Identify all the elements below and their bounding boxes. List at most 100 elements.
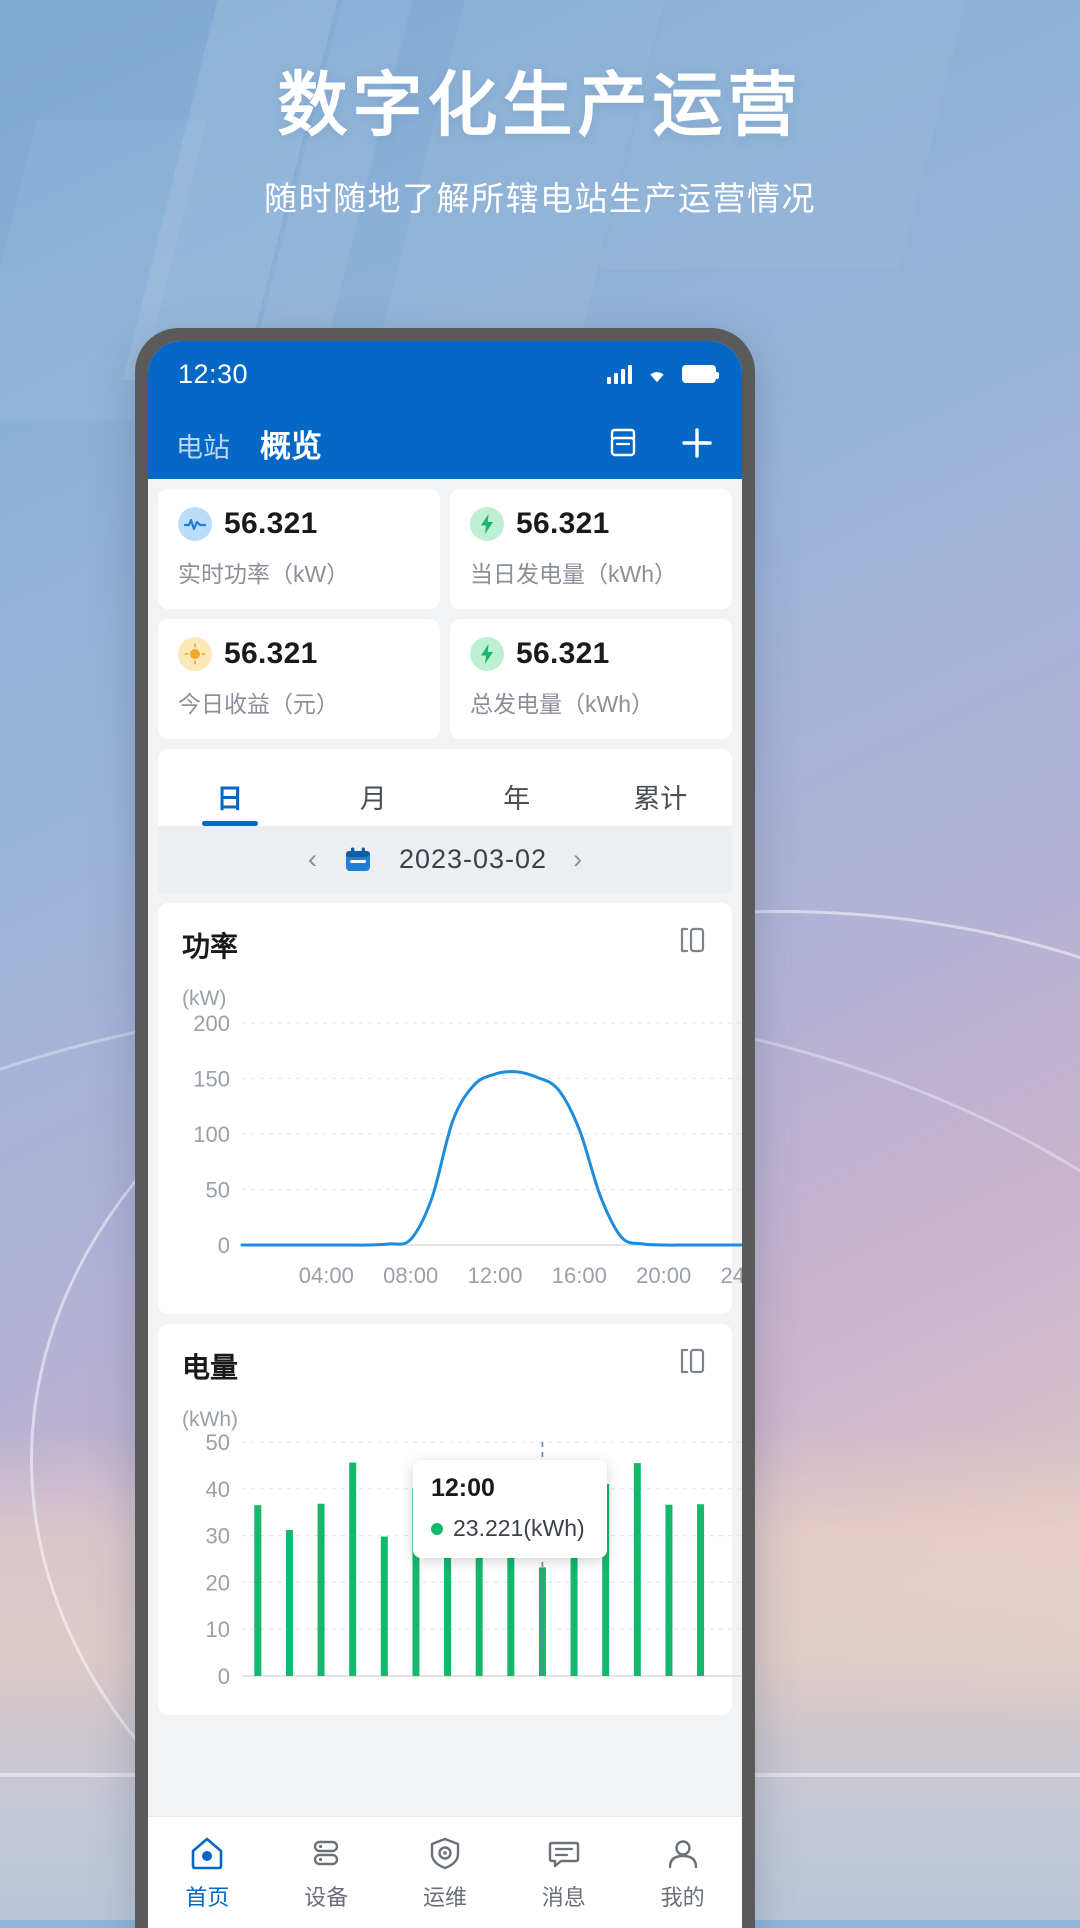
svg-text:40: 40 xyxy=(206,1477,230,1502)
tab-ops-label: 运维 xyxy=(422,1884,467,1910)
kpi-label: 当日发电量（kWh） xyxy=(470,561,677,587)
tooltip-series-dot xyxy=(431,1522,443,1535)
svg-text:50: 50 xyxy=(206,1432,230,1455)
app-nav-bar: 电站 概览 xyxy=(148,407,742,479)
tab-profile[interactable]: 我的 xyxy=(623,1834,742,1912)
kpi-value: 56.321 xyxy=(516,507,610,540)
energy-chart-header: 电量 xyxy=(158,1346,732,1386)
status-bar-icons xyxy=(607,364,719,384)
svg-text:50: 50 xyxy=(206,1178,230,1203)
bottom-tab-bar: 首页 设备 运维 消息 我的 xyxy=(148,1816,742,1928)
tab-profile-label: 我的 xyxy=(660,1884,705,1910)
nav-tab-overview[interactable]: 概览 xyxy=(260,421,322,466)
kpi-card-realtime-power[interactable]: 56.321 实时功率（kW） xyxy=(158,489,440,609)
kpi-top-row: 56.321 xyxy=(178,507,420,541)
kpi-value: 56.321 xyxy=(516,637,610,670)
kpi-card-today-generation[interactable]: 56.321 当日发电量（kWh） xyxy=(450,489,732,609)
expand-icon[interactable] xyxy=(676,925,708,955)
wifi-icon xyxy=(650,372,664,383)
svg-text:200: 200 xyxy=(193,1011,230,1036)
chevron-left-icon[interactable]: ‹ xyxy=(308,844,317,875)
svg-text:10: 10 xyxy=(206,1617,230,1642)
status-bar-clock: 12:30 xyxy=(178,358,249,389)
energy-chart-title: 电量 xyxy=(182,1352,239,1383)
page-title: 数字化生产运营 xyxy=(277,66,803,144)
svg-text:30: 30 xyxy=(206,1524,230,1549)
power-chart-header: 功率 xyxy=(158,925,732,965)
phone-mockup: 12:30 电站 概览 56.321 实时功率（kW） 56.321 当日发电量… xyxy=(135,328,755,1928)
svg-text:0: 0 xyxy=(218,1664,230,1689)
kpi-label: 实时功率（kW） xyxy=(178,561,350,587)
svg-text:24:00: 24:00 xyxy=(720,1263,742,1288)
nav-actions xyxy=(604,422,718,464)
kpi-value: 56.321 xyxy=(224,637,318,670)
svg-text:08:00: 08:00 xyxy=(383,1263,438,1288)
svg-text:0: 0 xyxy=(218,1233,230,1258)
bolt-icon xyxy=(470,507,504,541)
svg-text:16:00: 16:00 xyxy=(552,1263,607,1288)
kpi-label: 总发电量（kWh） xyxy=(470,691,654,717)
home-icon xyxy=(192,1837,223,1869)
period-tab-year[interactable]: 年 xyxy=(445,755,589,826)
tooltip-value: 23.221(kWh) xyxy=(453,1515,585,1541)
period-tab-month[interactable]: 月 xyxy=(302,755,446,826)
device-icon xyxy=(313,1840,339,1865)
tab-ops[interactable]: 运维 xyxy=(386,1834,505,1912)
kpi-card-total-generation[interactable]: 56.321 总发电量（kWh） xyxy=(450,619,732,739)
kpi-top-row: 56.321 xyxy=(470,637,712,671)
user-icon xyxy=(668,1839,697,1868)
tab-messages[interactable]: 消息 xyxy=(504,1834,623,1912)
power-chart-plot: 0 50 100 150 200 04:00 08:00 12:00 16:00 20:00 24:… xyxy=(158,1011,742,1306)
chart-tooltip: 12:00 23.221(kWh) xyxy=(413,1460,607,1558)
period-selector-card: 日 月 年 累计 ‹ 2023-03-02 › xyxy=(158,749,732,893)
signal-bars-icon xyxy=(607,364,632,384)
power-chart-title: 功率 xyxy=(182,931,239,962)
tab-messages-label: 消息 xyxy=(541,1884,586,1910)
date-picker: ‹ 2023-03-02 › xyxy=(158,826,732,893)
svg-text:100: 100 xyxy=(193,1122,230,1147)
scan-icon[interactable] xyxy=(604,424,642,462)
nav-tab-stations[interactable]: 电站 xyxy=(176,426,230,465)
svg-text:20: 20 xyxy=(206,1570,230,1595)
bolt-icon xyxy=(470,637,504,671)
phone-screen: 12:30 电站 概览 56.321 实时功率（kW） 56.321 当日发电量… xyxy=(148,341,742,1928)
tooltip-time: 12:00 xyxy=(431,1474,495,1502)
page-subtitle: 随时随地了解所辖电站生产运营情况 xyxy=(264,179,816,217)
sun-icon xyxy=(178,637,212,671)
content-scroll-area[interactable]: 56.321 实时功率（kW） 56.321 当日发电量（kWh） 56.321… xyxy=(148,479,742,1816)
power-chart-unit: (kW) xyxy=(182,987,227,1010)
kpi-top-row: 56.321 xyxy=(470,507,712,541)
energy-chart-plot: 0 10 20 30 40 50 12:00 23.221(kWh) xyxy=(158,1430,742,1707)
status-bar: 12:30 xyxy=(148,341,742,407)
energy-chart-card: 电量 (kWh) 0 10 20 30 40 50 12:00 23.221(kWh) xyxy=(158,1324,742,1715)
hero-banner: 数字化生产运营 随时随地了解所辖电站生产运营情况 xyxy=(0,62,1080,220)
svg-text:20:00: 20:00 xyxy=(636,1263,691,1288)
period-tab-group: 日 月 年 累计 xyxy=(158,749,732,826)
power-chart-card: 功率 (kW) 0 50 100 150 200 04:00 08:00 12:00 16:00… xyxy=(158,903,742,1314)
plus-icon[interactable] xyxy=(676,422,718,464)
energy-chart-unit: (kWh) xyxy=(182,1408,238,1431)
kpi-value: 56.321 xyxy=(224,507,318,540)
kpi-card-grid: 56.321 实时功率（kW） 56.321 当日发电量（kWh） 56.321… xyxy=(148,479,742,739)
kpi-top-row: 56.321 xyxy=(178,637,420,671)
svg-text:04:00: 04:00 xyxy=(299,1263,354,1288)
svg-text:12:00: 12:00 xyxy=(467,1263,522,1288)
tooltip-series-row: 23.221(kWh) xyxy=(431,1515,585,1542)
ops-icon xyxy=(430,1837,460,1869)
kpi-card-today-revenue[interactable]: 56.321 今日收益（元） xyxy=(158,619,440,739)
date-picker-value[interactable]: 2023-03-02 xyxy=(399,844,547,875)
svg-text:150: 150 xyxy=(193,1067,230,1092)
expand-icon[interactable] xyxy=(676,1346,708,1376)
battery-icon xyxy=(682,365,719,383)
period-tab-total[interactable]: 累计 xyxy=(589,755,733,826)
tab-home[interactable]: 首页 xyxy=(148,1834,267,1912)
power-chart-svg: 0 50 100 150 200 04:00 08:00 12:00 16:00 20:00 24:… xyxy=(193,1011,742,1288)
calendar-icon[interactable] xyxy=(343,846,373,874)
period-tab-day[interactable]: 日 xyxy=(158,755,302,826)
kpi-label: 今日收益（元） xyxy=(178,691,339,717)
tab-home-label: 首页 xyxy=(185,1884,230,1910)
nav-tab-group: 电站 概览 xyxy=(176,421,322,466)
tab-devices[interactable]: 设备 xyxy=(267,1834,386,1912)
pulse-icon xyxy=(178,507,212,541)
chevron-right-icon[interactable]: › xyxy=(573,844,582,875)
